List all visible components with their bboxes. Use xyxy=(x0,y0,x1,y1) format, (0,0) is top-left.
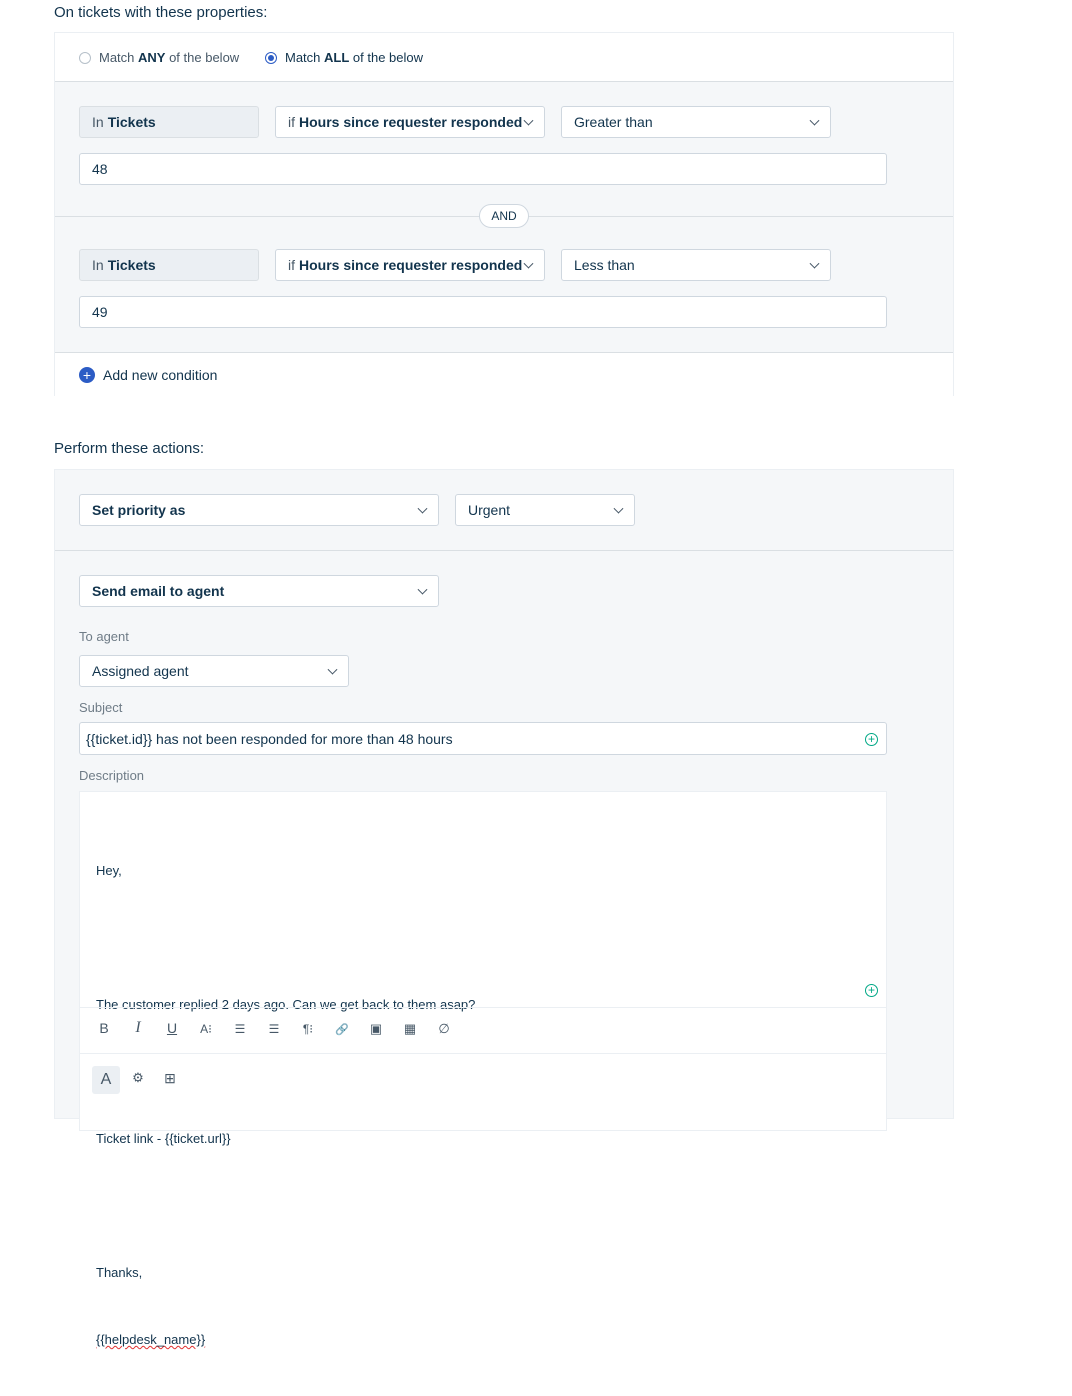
insert-placeholder-icon[interactable]: + xyxy=(865,733,878,746)
condition-2-operator-select[interactable]: Less than xyxy=(561,249,831,281)
subject-input[interactable]: {{ticket.id}} has not been responded for… xyxy=(79,722,887,755)
editor-toolbar-divider xyxy=(80,1007,886,1008)
description-line xyxy=(96,1195,475,1217)
subject-value: {{ticket.id}} has not been responded for… xyxy=(86,730,453,747)
chevron-down-icon xyxy=(809,258,820,269)
match-any-radio[interactable] xyxy=(79,51,91,64)
condition-2-field-prefix: if xyxy=(288,257,295,273)
description-editor[interactable]: Hey, The customer replied 2 days ago. Ca… xyxy=(79,791,887,1347)
match-all-suffix: of the below xyxy=(349,50,424,65)
bullet-list-icon[interactable]: ☰ xyxy=(264,1022,284,1036)
match-all-radio[interactable] xyxy=(265,51,277,64)
chevron-down-icon xyxy=(523,115,534,126)
image-icon[interactable]: ▣ xyxy=(366,1021,386,1037)
insert-placeholder-icon[interactable]: + xyxy=(865,984,878,997)
add-condition-bar: + Add new condition xyxy=(55,352,953,396)
condition-2-value-input[interactable]: 49 xyxy=(79,296,887,328)
condition-1-value: 48 xyxy=(92,161,108,177)
action-1-value-select[interactable]: Urgent xyxy=(455,494,635,526)
description-body[interactable]: Hey, The customer replied 2 days ago. Ca… xyxy=(96,815,475,1396)
to-agent-select[interactable]: Assigned agent xyxy=(79,655,349,687)
underline-icon[interactable]: U xyxy=(162,1020,182,1036)
and-joiner[interactable]: AND xyxy=(479,204,529,228)
placeholder-icon[interactable]: ⚙ xyxy=(128,1070,148,1086)
condition-2-field-value: Hours since requester responded xyxy=(299,257,523,273)
action-1-type-value: Set priority as xyxy=(92,502,186,518)
action-2-type-value: Send email to agent xyxy=(92,583,225,599)
description-line: The customer replied 2 days ago. Can we … xyxy=(96,996,476,1012)
description-line: {{helpdesk_name}} xyxy=(96,1332,206,1348)
description-label: Description xyxy=(79,768,145,783)
italic-icon[interactable]: I xyxy=(128,1019,148,1037)
chevron-down-icon xyxy=(523,258,534,269)
condition-1-operator-value: Greater than xyxy=(574,114,653,130)
match-any-strong: ANY xyxy=(138,50,166,65)
condition-2-operator-value: Less than xyxy=(574,257,635,273)
editor-toolbar-divider xyxy=(80,1053,886,1054)
add-condition-label: Add new condition xyxy=(103,367,218,383)
action-2-type-select[interactable]: Send email to agent xyxy=(79,575,439,607)
conditions-heading: On tickets with these properties: xyxy=(54,4,268,21)
match-any-prefix: Match xyxy=(99,50,139,65)
condition-1-value-input[interactable]: 48 xyxy=(79,153,887,185)
plus-circle-icon: + xyxy=(79,367,95,383)
condition-1-scope: In Tickets xyxy=(79,106,259,138)
knowledge-base-icon[interactable]: ⊞ xyxy=(160,1070,180,1087)
match-bar: Match ANY of the below Match ALL of the … xyxy=(55,33,953,82)
action-1-type-select[interactable]: Set priority as xyxy=(79,494,439,526)
description-line: Thanks, xyxy=(96,1264,143,1280)
actions-heading: Perform these actions: xyxy=(54,440,205,457)
condition-1-field-select[interactable]: if Hours since requester responded xyxy=(275,106,545,138)
to-agent-label: To agent xyxy=(79,629,129,644)
to-agent-value: Assigned agent xyxy=(92,663,189,679)
condition-2-scope: In Tickets xyxy=(79,249,259,281)
subject-label: Subject xyxy=(79,700,123,715)
match-any-option[interactable]: Match ANY of the below xyxy=(79,50,239,65)
action-divider xyxy=(55,550,953,551)
condition-2-field-select[interactable]: if Hours since requester responded xyxy=(275,249,545,281)
match-all-prefix: Match xyxy=(285,50,325,65)
chevron-down-icon xyxy=(809,115,820,126)
clear-format-icon[interactable]: ∅ xyxy=(434,1021,454,1037)
conditions-card: Match ANY of the below Match ALL of the … xyxy=(54,32,954,396)
description-line: Ticket link - {{ticket.url}} xyxy=(96,1130,231,1146)
match-any-suffix: of the below xyxy=(165,50,240,65)
add-condition-button[interactable]: + Add new condition xyxy=(79,367,217,383)
chevron-down-icon xyxy=(417,503,428,514)
condition-1-scope-prefix: In xyxy=(92,114,104,130)
link-icon[interactable]: 🔗 xyxy=(332,1023,352,1036)
action-1-value: Urgent xyxy=(468,502,511,518)
ordered-list-icon[interactable]: ☰ xyxy=(230,1022,250,1036)
condition-2-value: 49 xyxy=(92,304,108,320)
paragraph-icon[interactable]: ¶⁝ xyxy=(298,1022,318,1036)
condition-2-scope-prefix: In xyxy=(92,257,104,273)
text-format-icon[interactable]: A xyxy=(92,1066,120,1094)
bold-icon[interactable]: B xyxy=(94,1020,114,1036)
condition-1-field-value: Hours since requester responded xyxy=(299,114,523,130)
match-all-strong: ALL xyxy=(324,50,350,65)
condition-1-scope-value: Tickets xyxy=(107,114,156,130)
description-line xyxy=(96,927,475,949)
chevron-down-icon xyxy=(613,503,624,514)
chevron-down-icon xyxy=(327,664,338,675)
description-line: Hey, xyxy=(96,862,122,878)
actions-card: Set priority as Urgent Send email to age… xyxy=(54,469,954,1347)
match-all-option[interactable]: Match ALL of the below xyxy=(265,50,423,65)
chevron-down-icon xyxy=(417,584,428,595)
condition-1-field-prefix: if xyxy=(288,114,295,130)
font-size-icon[interactable]: A⁝ xyxy=(196,1022,216,1036)
condition-1-operator-select[interactable]: Greater than xyxy=(561,106,831,138)
description-line xyxy=(96,1061,475,1083)
condition-2-scope-value: Tickets xyxy=(107,257,156,273)
table-icon[interactable]: ▦ xyxy=(400,1021,420,1037)
